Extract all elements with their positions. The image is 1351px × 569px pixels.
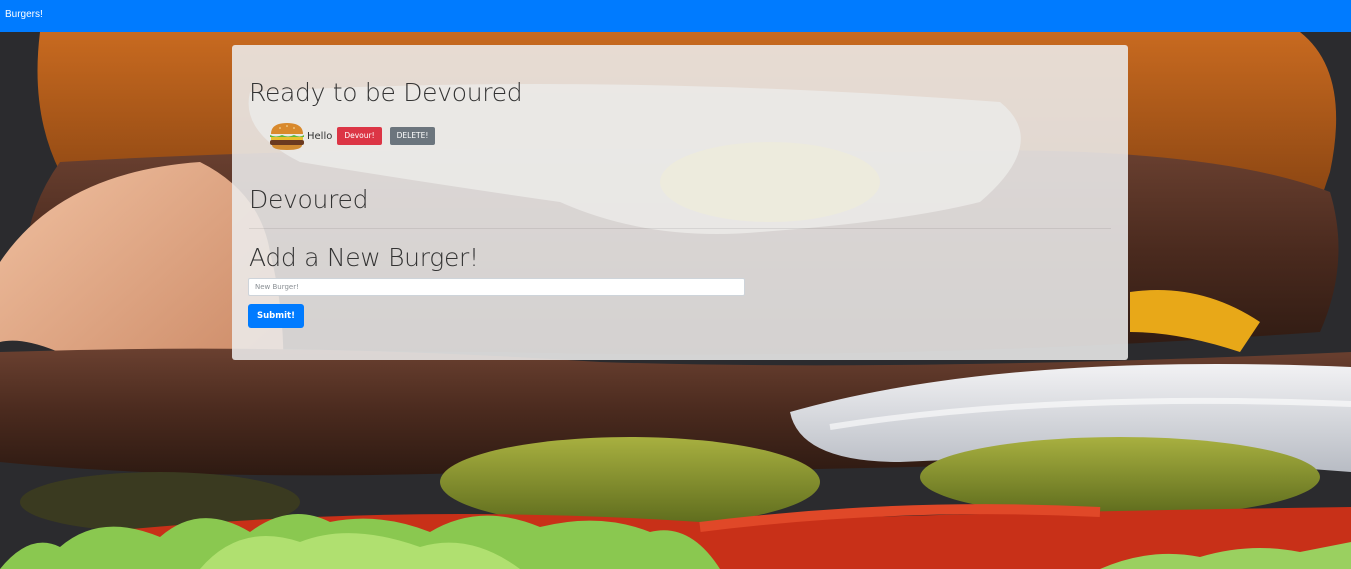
list-item: Hello Devour! DELETE! — [268, 120, 436, 152]
delete-button[interactable]: DELETE! — [389, 127, 436, 145]
devoured-heading: Devoured — [249, 185, 369, 214]
navbar: Burgers! — [0, 0, 1351, 32]
burger-panel: Ready to be Devoured Hello Devour! DELET… — [232, 45, 1128, 360]
new-burger-input[interactable] — [248, 278, 745, 296]
ready-heading: Ready to be Devoured — [249, 78, 523, 107]
submit-button[interactable]: Submit! — [248, 304, 304, 328]
devour-button[interactable]: Devour! — [337, 127, 382, 145]
divider — [249, 228, 1111, 229]
burger-name: Hello — [307, 130, 333, 142]
navbar-brand[interactable]: Burgers! — [5, 9, 43, 20]
hamburger-icon — [268, 120, 306, 152]
add-burger-heading: Add a New Burger! — [249, 243, 479, 272]
